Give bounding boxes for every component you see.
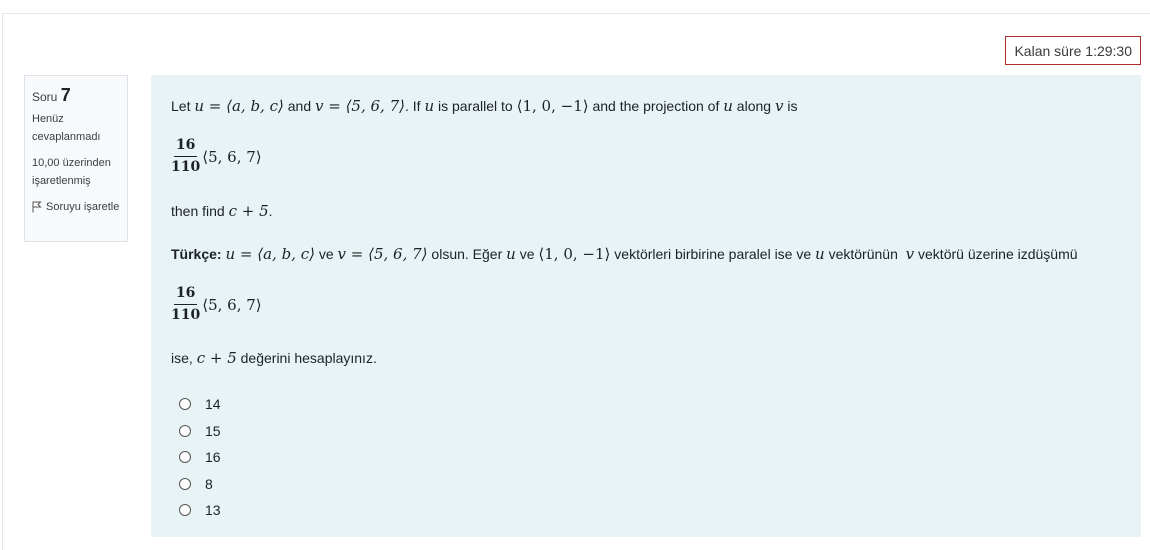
projection-formula-en: 16 110 ⟨5, 6, 7⟩ [171,137,262,176]
question-find-en: then find c + 5. [171,202,273,220]
answer-option-label: 8 [205,475,213,492]
radio-button[interactable] [179,424,191,437]
flag-icon [32,201,42,213]
answer-option-label: 16 [205,449,221,466]
radio-button[interactable] [179,398,191,411]
radio-button[interactable] [179,504,191,517]
time-remaining: Kalan süre 1:29:30 [1005,36,1141,65]
question-info-panel: Soru 7 Henüz cevaplanmadı 10,00 üzerinde… [24,75,128,242]
fraction-denominator: 110 [171,159,201,175]
answer-option[interactable]: 15 [179,418,221,445]
answer-option[interactable]: 13 [179,497,221,524]
projection-vector: ⟨5, 6, 7⟩ [202,147,262,166]
question-label: Soru [32,90,58,104]
question-text-tr: Türkçe: u = ⟨a, b, c⟩ ve v = ⟨5, 6, 7⟩ o… [171,245,1078,263]
fraction-numerator: 16 [173,285,198,305]
question-state: Henüz cevaplanmadı [32,113,101,143]
answer-option[interactable]: 14 [179,391,221,418]
question-find-tr: ise, c + 5 değerini hesaplayınız. [171,349,377,367]
radio-button[interactable] [179,477,191,490]
answer-option[interactable]: 16 [179,444,221,471]
radio-button[interactable] [179,451,191,464]
question-number: Soru 7 [32,84,120,108]
answer-option-label: 14 [205,396,221,413]
projection-formula-tr: 16 110 ⟨5, 6, 7⟩ [171,285,262,324]
answer-option-label: 13 [205,502,221,519]
flag-label: Soruyu işaretle [46,201,120,213]
question-text-en: Let u = ⟨a, b, c⟩ and v = ⟨5, 6, 7⟩. If … [171,97,798,115]
answer-option[interactable]: 8 [179,471,221,498]
question-content: Let u = ⟨a, b, c⟩ and v = ⟨5, 6, 7⟩. If … [151,75,1141,537]
fraction-denominator: 110 [171,307,201,323]
flag-question-button[interactable]: Soruyu işaretle [32,198,120,216]
turkish-label: Türkçe: [171,246,222,262]
question-number-value: 7 [60,85,71,105]
fraction-numerator: 16 [173,137,198,157]
question-grade: 10,00 üzerinden işaretlenmiş [32,157,111,187]
answer-options: 14 15 16 8 13 [179,391,221,524]
answer-option-label: 15 [205,422,221,439]
projection-vector: ⟨5, 6, 7⟩ [202,295,262,314]
